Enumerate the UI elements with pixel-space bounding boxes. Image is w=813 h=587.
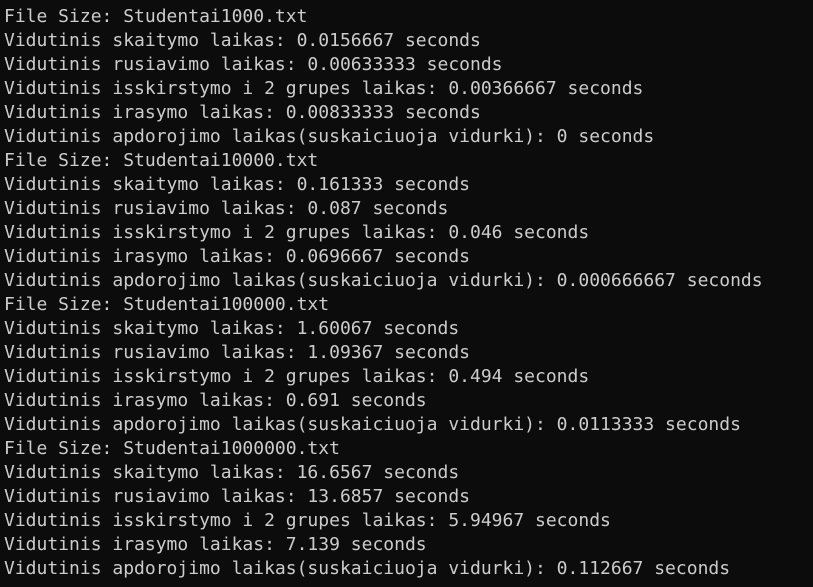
console-line: Vidutinis irasymo laikas: 7.139 seconds	[4, 534, 427, 555]
console-line: Vidutinis irasymo laikas: 0.691 seconds	[4, 390, 427, 411]
console-line: Vidutinis apdorojimo laikas(suskaiciuoja…	[4, 558, 731, 579]
console-line: File Size: Studentai100000.txt	[4, 294, 330, 315]
console-line: Vidutinis apdorojimo laikas(suskaiciuoja…	[4, 270, 763, 291]
console-line: Vidutinis irasymo laikas: 0.00833333 sec…	[4, 102, 481, 123]
console-line: Vidutinis skaitymo laikas: 0.161333 seco…	[4, 174, 470, 195]
console-line: File Size: Studentai1000.txt	[4, 6, 308, 27]
console-line: Vidutinis isskirstymo i 2 grupes laikas:…	[4, 222, 590, 243]
console-line: Vidutinis rusiavimo laikas: 13.6857 seco…	[4, 486, 470, 507]
console-line: Vidutinis irasymo laikas: 0.0696667 seco…	[4, 246, 470, 267]
console-line: Vidutinis isskirstymo i 2 grupes laikas:…	[4, 510, 611, 531]
console-line: Vidutinis skaitymo laikas: 1.60067 secon…	[4, 318, 460, 339]
console-output[interactable]: File Size: Studentai1000.txt Vidutinis s…	[0, 0, 813, 587]
console-line: Vidutinis isskirstymo i 2 grupes laikas:…	[4, 78, 644, 99]
console-line: Vidutinis skaitymo laikas: 0.0156667 sec…	[4, 30, 481, 51]
console-line: Vidutinis isskirstymo i 2 grupes laikas:…	[4, 366, 590, 387]
console-line: Vidutinis rusiavimo laikas: 1.09367 seco…	[4, 342, 470, 363]
console-line: Vidutinis apdorojimo laikas(suskaiciuoja…	[4, 126, 655, 147]
console-line: Vidutinis rusiavimo laikas: 0.087 second…	[4, 198, 449, 219]
console-line: File Size: Studentai1000000.txt	[4, 438, 340, 459]
console-line: Vidutinis rusiavimo laikas: 0.00633333 s…	[4, 54, 503, 75]
console-line: Vidutinis skaitymo laikas: 16.6567 secon…	[4, 462, 460, 483]
console-line: Vidutinis apdorojimo laikas(suskaiciuoja…	[4, 414, 741, 435]
console-line: File Size: Studentai10000.txt	[4, 150, 319, 171]
